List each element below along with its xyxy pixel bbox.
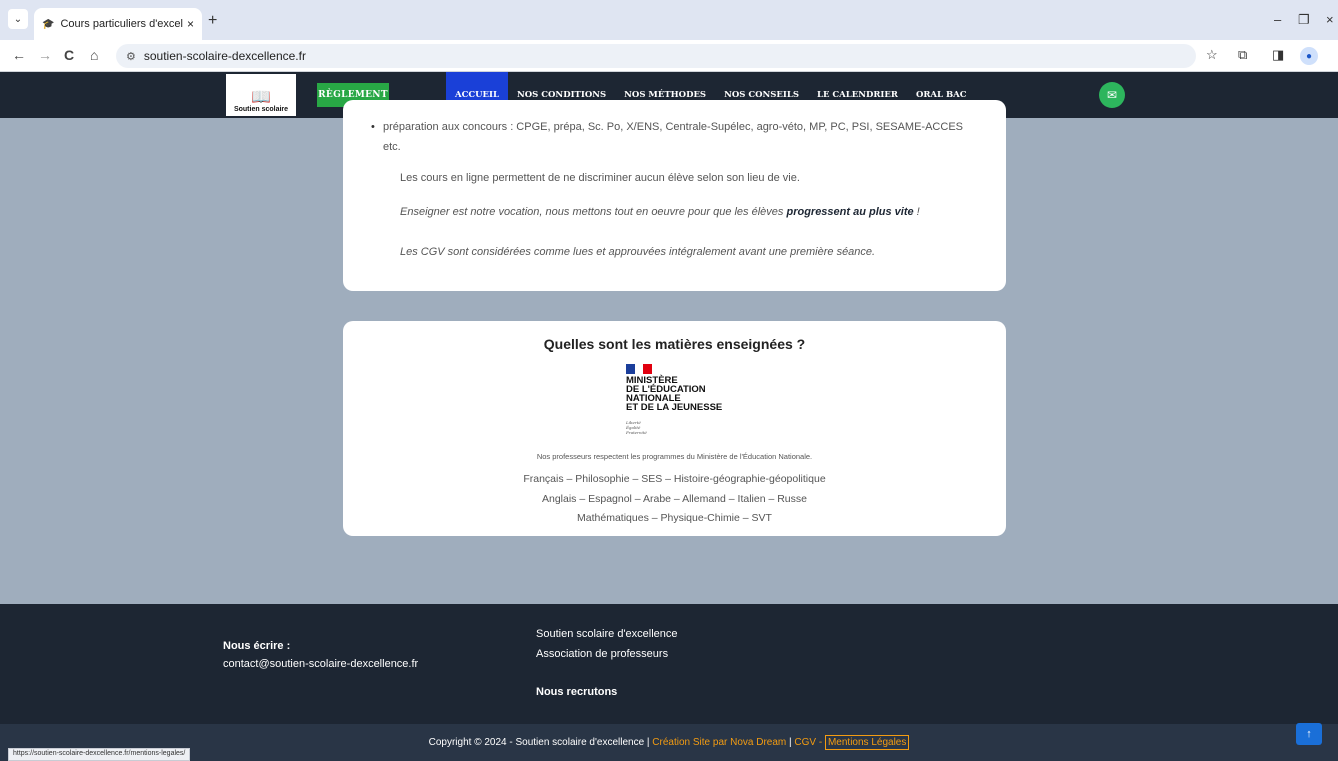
tab-title: Cours particuliers d'excellence	[60, 18, 183, 30]
graduation-cap-icon: 🎓	[42, 18, 55, 30]
book-icon: 📖	[251, 89, 271, 106]
online-courses-text: Les cours en ligne permettent de ne disc…	[400, 172, 800, 184]
new-tab-icon[interactable]: +	[208, 12, 217, 30]
restore-icon[interactable]: ❐	[1298, 12, 1310, 28]
cgv-link[interactable]: CGV	[794, 737, 816, 748]
forward-icon[interactable]: →	[38, 47, 52, 63]
copyright-text: Copyright © 2024 - Soutien scolaire d'ex…	[0, 735, 1338, 750]
scroll-to-top-button[interactable]: ↑	[1296, 723, 1322, 745]
footer-association[interactable]: Association de professeurs	[536, 648, 668, 660]
browser-tabbar: ⌄ 🎓 Cours particuliers d'excellence × + …	[0, 0, 1338, 40]
vocation-text: Enseigner est notre vocation, nous metto…	[400, 206, 920, 218]
profile-avatar-icon[interactable]: ●	[1300, 47, 1318, 65]
site-logo[interactable]: 📖 Soutien scolaire	[226, 74, 296, 116]
close-window-icon[interactable]: ×	[1326, 12, 1334, 27]
address-bar: ← → C ⌂ ⚙ soutien-scolaire-dexcellence.f…	[0, 40, 1338, 72]
status-url-tooltip: https://soutien-scolaire-dexcellence.fr/…	[8, 748, 191, 761]
back-icon[interactable]: ←	[12, 47, 26, 63]
side-panel-icon[interactable]: ◨	[1272, 47, 1284, 63]
footer-org-name[interactable]: Soutien scolaire d'excellence	[536, 628, 678, 640]
creation-link[interactable]: Création Site par Nova Dream	[652, 737, 786, 748]
ministry-logo-text: MINISTÈRE DE L'ÉDUCATION NATIONALE ET DE…	[626, 375, 723, 413]
subjects-title: Quelles sont les matières enseignées ?	[543, 336, 806, 352]
close-tab-icon[interactable]: ×	[187, 17, 194, 31]
mentions-legales-link[interactable]: Mentions Légales	[824, 735, 910, 750]
recruit-link[interactable]: Nous recrutons	[536, 686, 617, 698]
bookmark-star-icon[interactable]: ☆	[1206, 47, 1218, 63]
info-card: préparation aux concours : CPGE, prépa, …	[343, 100, 1006, 291]
logo-text: Soutien scolaire	[233, 106, 289, 113]
home-icon[interactable]: ⌂	[90, 47, 98, 63]
cgv-notice-text: Les CGV sont considérées comme lues et a…	[400, 246, 876, 258]
subjects-line-1: Français – Philosophie – SES – Histoire-…	[523, 473, 826, 485]
site-info-icon[interactable]: ⚙	[126, 50, 136, 63]
mail-icon[interactable]: ✉	[1099, 82, 1125, 108]
subjects-card: Quelles sont les matières enseignées ? M…	[343, 321, 1006, 536]
url-text: soutien-scolaire-dexcellence.fr	[143, 49, 306, 63]
french-flag-icon	[626, 364, 653, 374]
copyright-bar: Copyright © 2024 - Soutien scolaire d'ex…	[0, 724, 1338, 761]
concours-bullet: préparation aux concours : CPGE, prépa, …	[371, 117, 973, 157]
url-field[interactable]: ⚙ soutien-scolaire-dexcellence.fr	[116, 44, 1196, 68]
subjects-line-2: Anglais – Espagnol – Arabe – Allemand – …	[541, 493, 807, 505]
site-footer: Nous écrire : contact@soutien-scolaire-d…	[0, 604, 1338, 724]
extensions-icon[interactable]: ⧉	[1238, 47, 1247, 63]
tab-list-icon[interactable]: ⌄	[8, 9, 28, 29]
contact-label: Nous écrire :	[223, 640, 291, 652]
minimize-icon[interactable]: –	[1274, 12, 1281, 27]
ministry-devise: Liberté Égalité Fraternité	[626, 420, 647, 435]
programs-note: Nos professeurs respectent les programme…	[536, 452, 813, 461]
subjects-line-3: Mathématiques – Physique-Chimie – SVT	[577, 512, 772, 524]
reload-icon[interactable]: C	[64, 47, 74, 63]
contact-email-link[interactable]: contact@soutien-scolaire-dexcellence.fr	[223, 658, 418, 670]
browser-tab[interactable]: 🎓 Cours particuliers d'excellence ×	[34, 8, 202, 40]
